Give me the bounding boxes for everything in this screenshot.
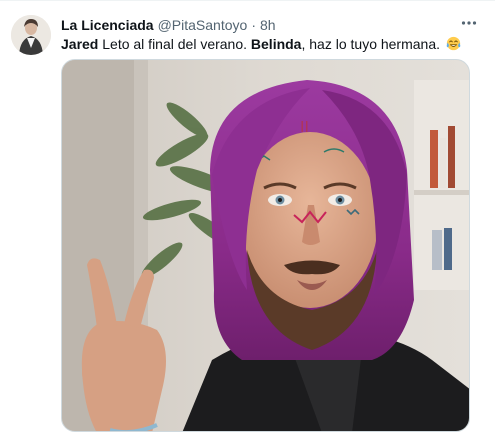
timestamp[interactable]: 8h	[260, 16, 276, 34]
tweet-text-part-1: Leto al final del verano.	[98, 36, 251, 52]
photo-image: II	[62, 60, 469, 431]
display-name[interactable]: La Licenciada	[61, 16, 154, 34]
separator-dot: ·	[251, 17, 256, 33]
tweet-photo[interactable]: II	[61, 59, 470, 432]
tweet-text-part-2: , haz lo tuyo hermana.	[301, 36, 444, 52]
user-handle[interactable]: @PitaSantoyo	[158, 16, 248, 34]
tweet-text: Jared Leto al final del verano. Belinda,…	[61, 35, 483, 53]
more-horizontal-icon[interactable]	[459, 13, 479, 33]
avatar[interactable]	[11, 15, 51, 55]
tweet-name-belinda: Belinda	[250, 36, 302, 52]
avatar-image	[11, 15, 51, 55]
tears-of-joy-emoji-icon	[446, 36, 461, 51]
tweet-header: La Licenciada @PitaSantoyo · 8h	[61, 15, 465, 35]
tweet[interactable]: La Licenciada @PitaSantoyo · 8h Jared Le…	[0, 0, 495, 447]
svg-text:II: II	[300, 119, 309, 136]
tweet-name-jared: Jared	[61, 36, 99, 52]
